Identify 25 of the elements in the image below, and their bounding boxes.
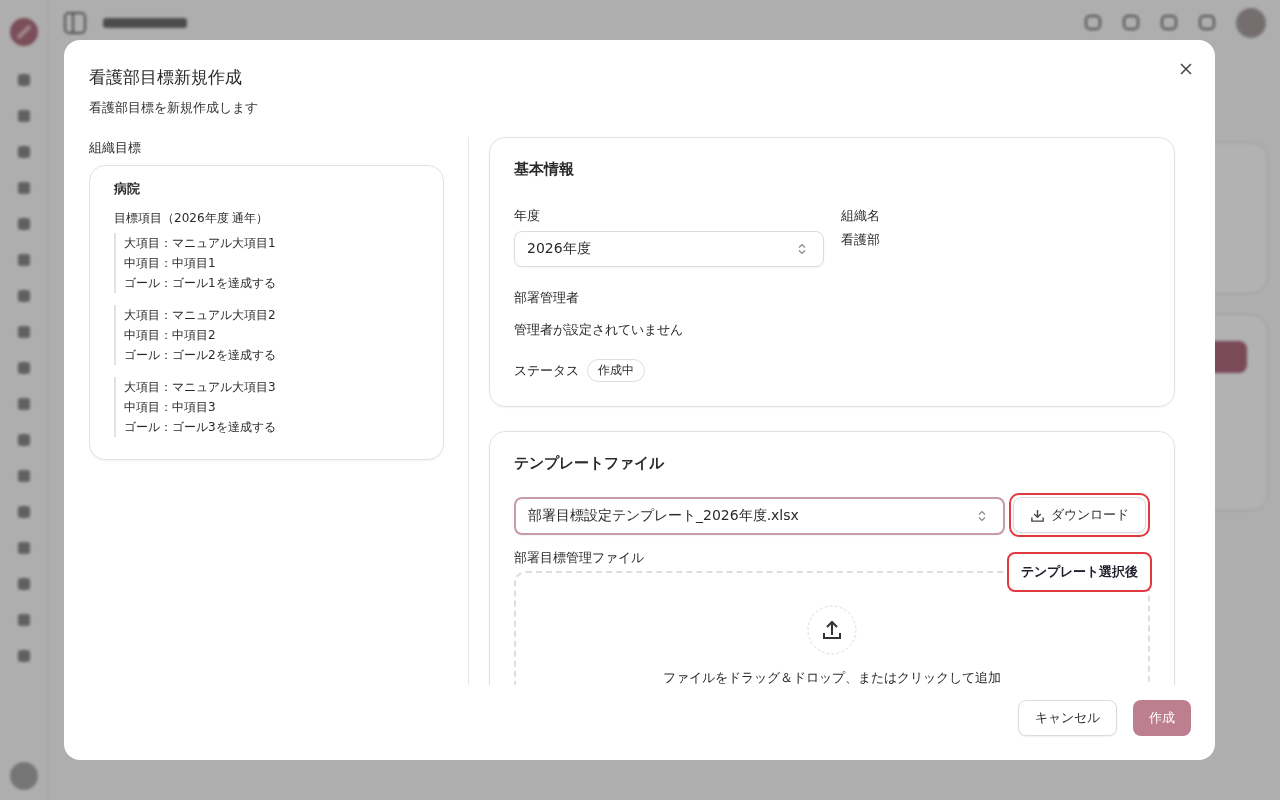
card-title: 基本情報 [514,160,575,179]
goal-line: ゴール：ゴール3を達成する [124,419,277,436]
field-value: 看護部 [841,231,881,249]
dialog-title: 看護部目標新規作成 [89,66,242,89]
goal-line: 中項目：中項目1 [124,255,217,272]
dialog-subtitle: 看護部目標を新規作成します [89,99,258,117]
goal-line: ゴール：ゴール1を達成する [124,275,277,292]
goal-line: 中項目：中項目2 [124,327,217,344]
goal-line: 大項目：マニュアル大項目1 [124,235,277,252]
drop-hint: ファイルをドラッグ＆ドロップ、またはクリックして追加 [663,669,1001,685]
goal-heading: 目標項目（2026年度 通年） [114,210,270,227]
field-label: 部署管理者 [514,289,580,307]
field-label: ステータス [514,361,579,380]
field-value: 管理者が設定されていません [514,321,684,339]
goal-line: ゴール：ゴール2を達成する [124,347,277,364]
field-label: 部署目標管理ファイル [514,549,645,567]
tooltip: テンプレート選択後 [1007,552,1152,592]
goal-line: 大項目：マニュアル大項目3 [124,379,277,396]
section-label: 組織目標 [89,139,142,157]
card-title: テンプレートファイル [514,454,665,473]
goal-line: 中項目：中項目3 [124,399,217,416]
goal-line: 大項目：マニュアル大項目2 [124,307,277,324]
field-label: 組織名 [841,207,881,225]
organization-name: 病院 [114,180,141,198]
field-label: 年度 [514,207,541,225]
